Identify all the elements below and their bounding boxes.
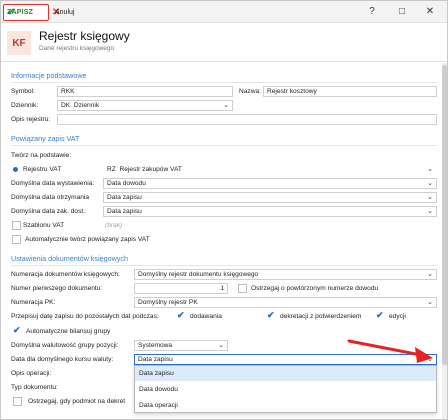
vat-template-label: Szablonu VAT xyxy=(23,222,65,229)
divider xyxy=(11,265,437,266)
save-label: ZAPISZ xyxy=(7,9,34,16)
deduct-date-select[interactable]: Data zapisu ⌄ xyxy=(103,206,437,217)
autobalance-label: Automatyczne bilansuj grupy xyxy=(26,328,111,335)
journal-value: Dziennik xyxy=(73,102,100,109)
name-field[interactable]: Rejestr kosztowy xyxy=(263,86,437,97)
warn-subject-checkbox[interactable] xyxy=(13,397,22,406)
copy-add-label: dodawania xyxy=(190,313,222,320)
operation-desc-label: Opis operacji: xyxy=(11,370,52,377)
chevron-down-icon: ⌄ xyxy=(427,271,433,278)
vat-register-code: RZ xyxy=(107,166,116,173)
divider xyxy=(11,82,437,83)
doc-type-label: Typ dokumentu: xyxy=(11,384,58,391)
vat-template-placeholder: (brak) xyxy=(105,222,123,229)
vat-register-select[interactable]: RZ Rejestr zakupów VAT ⌄ xyxy=(103,164,437,175)
annotation-arrow-icon xyxy=(347,339,433,363)
header-divider xyxy=(1,61,447,62)
first-number-field[interactable]: 1 xyxy=(134,283,228,294)
copy-add-checkbox[interactable]: ✔ xyxy=(177,311,185,320)
copy-decree-label: dekretacji z potwierdzeniem xyxy=(280,313,362,320)
rate-date-dropdown: Data zapisu Data dowodu Data operacji xyxy=(134,365,437,413)
symbol-label: Symbol: xyxy=(11,88,35,95)
radio-selected-icon[interactable] xyxy=(13,167,18,172)
cancel-button[interactable]: ✕ Anuluj xyxy=(52,5,74,20)
chevron-down-icon: ⌄ xyxy=(427,299,433,306)
receive-date-label: Domyślna data otrzymania xyxy=(11,194,90,201)
page-title: Rejestr księgowy xyxy=(39,29,130,43)
receive-date-select[interactable]: Data zapisu ⌄ xyxy=(103,192,437,203)
chevron-down-icon: ⌄ xyxy=(223,102,229,109)
chevron-down-icon: ⌄ xyxy=(427,194,433,201)
dropdown-option-data-dowodu[interactable]: Data dowodu xyxy=(135,382,436,397)
title-bar: ✔ ZAPISZ ✕ Anuluj ? □ ✕ xyxy=(1,1,447,23)
copy-edit-label: edycji xyxy=(389,313,406,320)
dialog-window: ✔ ZAPISZ ✕ Anuluj ? □ ✕ KF Rejestr księg… xyxy=(0,0,448,420)
deduct-date-value: Data zapisu xyxy=(107,208,142,215)
currency-group-select[interactable]: Systemowa ⌄ xyxy=(134,340,228,351)
issue-date-label: Domyślna data wystawienia: xyxy=(11,180,95,187)
divider xyxy=(11,145,437,146)
chevron-down-icon: ⌄ xyxy=(427,180,433,187)
description-field[interactable] xyxy=(57,114,437,125)
first-number-label: Numer pierwszego dokumentu: xyxy=(11,285,103,292)
section-settings: Ustawienia dokumentów księgowych xyxy=(11,254,129,263)
numbering-value: Domyślny rejestr dokumentu księgowego xyxy=(138,271,259,278)
warn-subject-label: Ostrzegaj, gdy podmiot na dekret xyxy=(28,398,126,405)
dropdown-option-data-zapisu[interactable]: Data zapisu xyxy=(135,366,436,381)
close-icon[interactable]: ✕ xyxy=(423,5,437,19)
scrollbar-thumb[interactable] xyxy=(442,65,447,365)
section-basic-info: Informacje podstawowe xyxy=(11,71,87,80)
name-label: Nazwa: xyxy=(239,88,261,95)
warn-duplicate-label: Ostrzegaj o powtórzonym numerze dowodu xyxy=(251,285,379,292)
copy-decree-checkbox[interactable]: ✔ xyxy=(267,311,275,320)
rate-date-label: Data dla domyślnego kursu waluty: xyxy=(11,356,114,363)
numbering-label: Numeracja dokumentów księgowych: xyxy=(11,271,120,278)
copy-date-label: Przepisuj datę zapisu do pozostałych dat… xyxy=(11,313,159,320)
maximize-icon[interactable]: □ xyxy=(395,5,409,19)
currency-group-label: Domyślna walutowość grupy pozycji: xyxy=(11,342,119,349)
pk-value: Domyślny rejestr PK xyxy=(138,299,198,306)
chevron-down-icon: ⌄ xyxy=(427,208,433,215)
dropdown-option-data-operacji[interactable]: Data operacji xyxy=(135,398,436,413)
warn-duplicate-checkbox[interactable] xyxy=(238,284,247,293)
journal-label: Dziennik: xyxy=(11,102,39,109)
chevron-down-icon: ⌄ xyxy=(218,342,224,349)
pk-label: Numeracja PK: xyxy=(11,299,56,306)
save-button[interactable]: ✔ ZAPISZ xyxy=(3,4,49,21)
auto-vat-checkbox[interactable] xyxy=(12,235,21,244)
chevron-down-icon: ⌄ xyxy=(427,166,433,173)
section-vat: Powiązany zapis VAT xyxy=(11,134,80,143)
journal-select[interactable]: DK Dziennik ⌄ xyxy=(57,100,233,111)
issue-date-select[interactable]: Data dowodu ⌄ xyxy=(103,178,437,189)
deduct-date-label: Domyślna data zak. dost.: xyxy=(11,208,87,215)
symbol-field[interactable]: RKK xyxy=(57,86,233,97)
rate-date-value: Data zapisu xyxy=(138,356,173,363)
receive-date-value: Data zapisu xyxy=(107,194,142,201)
description-label: Opis rejestru: xyxy=(11,116,51,123)
register-badge: KF xyxy=(7,31,31,55)
vat-register-value: Rejestr zakupów VAT xyxy=(119,166,182,173)
numbering-select[interactable]: Domyślny rejestr dokumentu księgowego ⌄ xyxy=(134,269,437,280)
journal-code: DK xyxy=(61,102,71,109)
issue-date-value: Data dowodu xyxy=(107,180,146,187)
help-icon[interactable]: ? xyxy=(365,5,379,19)
page-subtitle: Dane rejestru księgowego xyxy=(39,45,115,52)
vat-template-radio[interactable] xyxy=(12,221,21,230)
cancel-label: Anuluj xyxy=(55,9,75,16)
vat-register-label: Rejestru VAT xyxy=(23,166,62,173)
copy-edit-checkbox[interactable]: ✔ xyxy=(376,311,384,320)
currency-group-value: Systemowa xyxy=(138,342,173,349)
auto-vat-label: Automatycznie twórz powiązany zapis VAT xyxy=(25,236,150,243)
create-based-label: Twórz na podstawie: xyxy=(11,152,72,159)
autobalance-checkbox[interactable]: ✔ xyxy=(13,326,21,335)
pk-select[interactable]: Domyślny rejestr PK ⌄ xyxy=(134,297,437,308)
